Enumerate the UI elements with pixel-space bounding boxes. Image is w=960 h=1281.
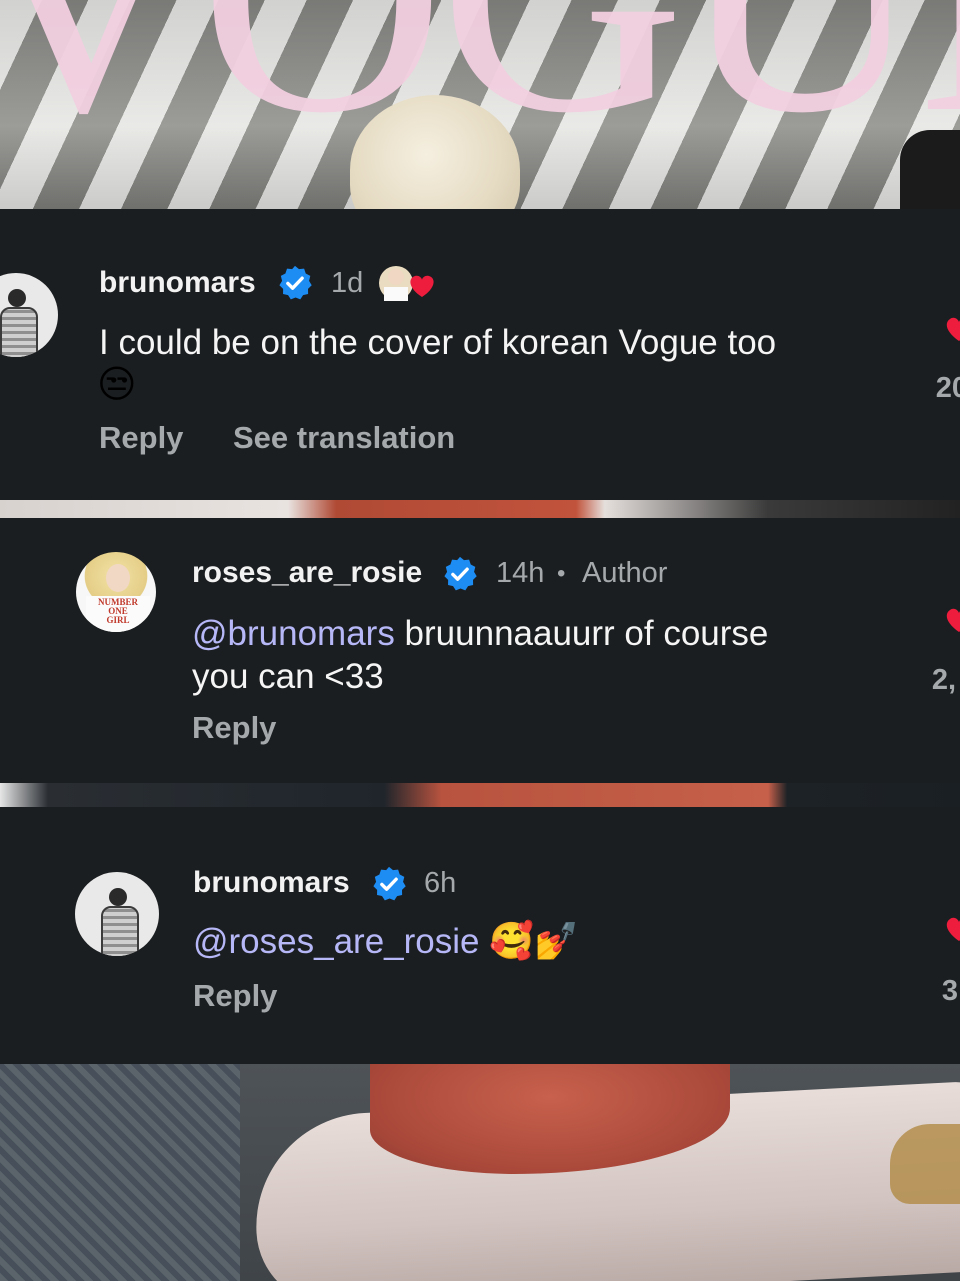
author-label: Author [582, 557, 668, 589]
background-photo-strip [0, 783, 960, 807]
like-count: 20 [935, 372, 960, 404]
mention-link[interactable]: @roses_are_rosie [193, 922, 480, 961]
comment-timestamp: 1d [331, 267, 364, 299]
avatar-body [0, 307, 38, 357]
verified-badge-icon [279, 265, 312, 300]
comment-username[interactable]: roses_are_rosie [192, 556, 422, 590]
see-translation-button[interactable]: See translation [233, 420, 455, 456]
avatar[interactable] [75, 872, 159, 956]
heart-icon[interactable] [944, 604, 960, 634]
reply-button[interactable]: Reply [192, 710, 276, 746]
comment-timestamp: 6h [424, 867, 457, 899]
verified-badge-icon [444, 556, 477, 591]
reply-button[interactable]: Reply [99, 420, 183, 456]
avatar-body [101, 906, 139, 956]
author-liked-badge-icon [379, 266, 434, 301]
reply-button[interactable]: Reply [193, 978, 277, 1014]
photo-curb [0, 1064, 240, 1281]
avatar-head [109, 888, 127, 906]
emoji-group: 🥰💅 [489, 921, 579, 962]
comment-text: I could be on the cover of korean Vogue … [99, 323, 777, 362]
avatar-face [106, 564, 130, 592]
mention-link[interactable]: @brunomars [192, 614, 395, 653]
heart-icon[interactable] [944, 913, 960, 943]
background-photo-top: VOGUE [0, 0, 960, 210]
avatar[interactable]: NUMBER ONE GIRL [76, 552, 156, 632]
comment-text-line: you can <33 [192, 657, 384, 696]
comment-timestamp: 14h [496, 557, 545, 589]
avatar-head [8, 289, 26, 307]
verified-badge-icon [373, 866, 406, 901]
comment-card: brunomars 1d I could be on the cover of … [0, 209, 960, 500]
like-count: 3 [941, 975, 958, 1007]
comment-card: NUMBER ONE GIRL roses_are_rosie 14h • Au… [0, 518, 960, 783]
avatar-shirt: NUMBER ONE GIRL [86, 596, 150, 632]
comment-username[interactable]: brunomars [99, 266, 256, 300]
photo-shoe [890, 1124, 960, 1204]
comment-text-line: bruunnaauurr of course [394, 614, 769, 653]
photo-car [900, 130, 960, 210]
avatar[interactable] [0, 273, 58, 357]
comment-card: brunomars 6h @roses_are_rosie 🥰💅 Reply 3 [0, 807, 960, 1064]
unamused-emoji: 😒 [97, 362, 137, 406]
comment-username[interactable]: brunomars [193, 866, 350, 900]
comment-text: @brunomars bruunnaauurr of course you ca… [192, 612, 872, 698]
background-photo-bottom [0, 1064, 960, 1281]
shirt-text: GIRL [106, 615, 130, 625]
background-photo-strip [0, 500, 960, 518]
comment-text: @roses_are_rosie 🥰💅 [193, 920, 579, 963]
like-count: 2, [931, 664, 956, 696]
heart-icon[interactable] [944, 313, 960, 343]
separator-dot: • [557, 560, 566, 587]
